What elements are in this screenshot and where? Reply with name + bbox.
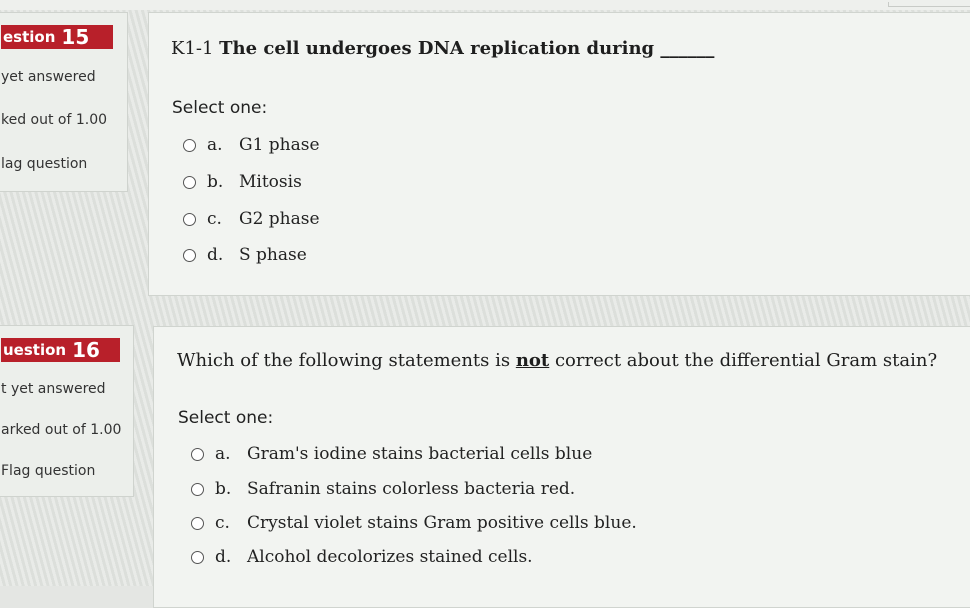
question-number: 16 — [72, 338, 100, 362]
radio-button[interactable] — [183, 138, 196, 152]
question-15-marks: ked out of 1.00 — [1, 112, 108, 128]
radio-button[interactable] — [191, 482, 204, 496]
option-text: Crystal violet stains Gram positive cell… — [247, 513, 637, 533]
question-15-stem: The cell undergoes DNA replication durin… — [219, 38, 715, 59]
question-15-select-one-label: Select one: — [172, 98, 268, 118]
question-16-select-one-label: Select one: — [178, 408, 274, 428]
top-bar-divider — [888, 2, 970, 7]
question-15-flag-link[interactable]: lag question — [1, 156, 87, 172]
option-text: Gram's iodine stains bacterial cells blu… — [247, 444, 593, 464]
option-letter: a. — [215, 444, 231, 464]
question-15-option-d[interactable]: d. S phase — [183, 245, 307, 265]
option-letter: b. — [207, 172, 224, 192]
option-letter: b. — [215, 479, 232, 499]
top-bar — [0, 0, 970, 10]
question-15-info-panel: estion 15 yet answered ked out of 1.00 l… — [0, 12, 128, 192]
option-letter: c. — [215, 513, 230, 533]
option-text: G2 phase — [239, 209, 320, 229]
question-16-emphasis: not — [515, 350, 550, 371]
question-16-text-before: Which of the following statements is — [177, 350, 516, 371]
question-15-option-b[interactable]: b. Mitosis — [183, 172, 302, 192]
question-15-text: K1-1 The cell undergoes DNA replication … — [171, 38, 714, 59]
question-15-code: K1-1 — [171, 38, 220, 59]
question-15-number-badge: estion 15 — [1, 25, 113, 49]
question-16-card: Which of the following statements is not… — [153, 326, 970, 608]
option-letter: c. — [207, 209, 222, 229]
question-16-text: Which of the following statements is not… — [177, 350, 937, 371]
option-text: Safranin stains colorless bacteria red. — [247, 479, 576, 499]
radio-button[interactable] — [191, 550, 204, 564]
option-letter: d. — [207, 245, 224, 265]
question-16-text-after: correct about the differential Gram stai… — [549, 350, 938, 371]
question-16-marks: arked out of 1.00 — [1, 422, 122, 438]
question-label: uestion — [3, 341, 67, 359]
radio-button[interactable] — [191, 516, 204, 530]
question-16-info-panel: uestion 16 t yet answered arked out of 1… — [0, 325, 134, 497]
question-16-option-d[interactable]: d. Alcohol decolorizes stained cells. — [191, 547, 533, 567]
question-16-flag-link[interactable]: Flag question — [1, 463, 95, 479]
question-label: estion — [3, 28, 56, 46]
question-16-option-a[interactable]: a. Gram's iodine stains bacterial cells … — [191, 444, 592, 464]
question-16-option-c[interactable]: c. Crystal violet stains Gram positive c… — [191, 513, 637, 533]
question-15-status: yet answered — [1, 69, 96, 85]
question-16-option-b[interactable]: b. Safranin stains colorless bacteria re… — [191, 479, 575, 499]
question-15-card: K1-1 The cell undergoes DNA replication … — [148, 12, 970, 296]
radio-button[interactable] — [183, 212, 196, 226]
question-15-option-c[interactable]: c. G2 phase — [183, 209, 320, 229]
radio-button[interactable] — [183, 248, 196, 262]
option-text: G1 phase — [239, 135, 320, 155]
radio-button[interactable] — [191, 447, 204, 461]
option-letter: a. — [207, 135, 223, 155]
question-16-number-badge: uestion 16 — [1, 338, 120, 362]
question-15-option-a[interactable]: a. G1 phase — [183, 135, 320, 155]
option-text: Alcohol decolorizes stained cells. — [247, 547, 533, 567]
question-number: 15 — [61, 25, 90, 49]
question-16-status: t yet answered — [1, 381, 106, 397]
option-letter: d. — [215, 547, 232, 567]
option-text: S phase — [239, 245, 307, 265]
option-text: Mitosis — [239, 172, 302, 192]
radio-button[interactable] — [183, 175, 196, 189]
